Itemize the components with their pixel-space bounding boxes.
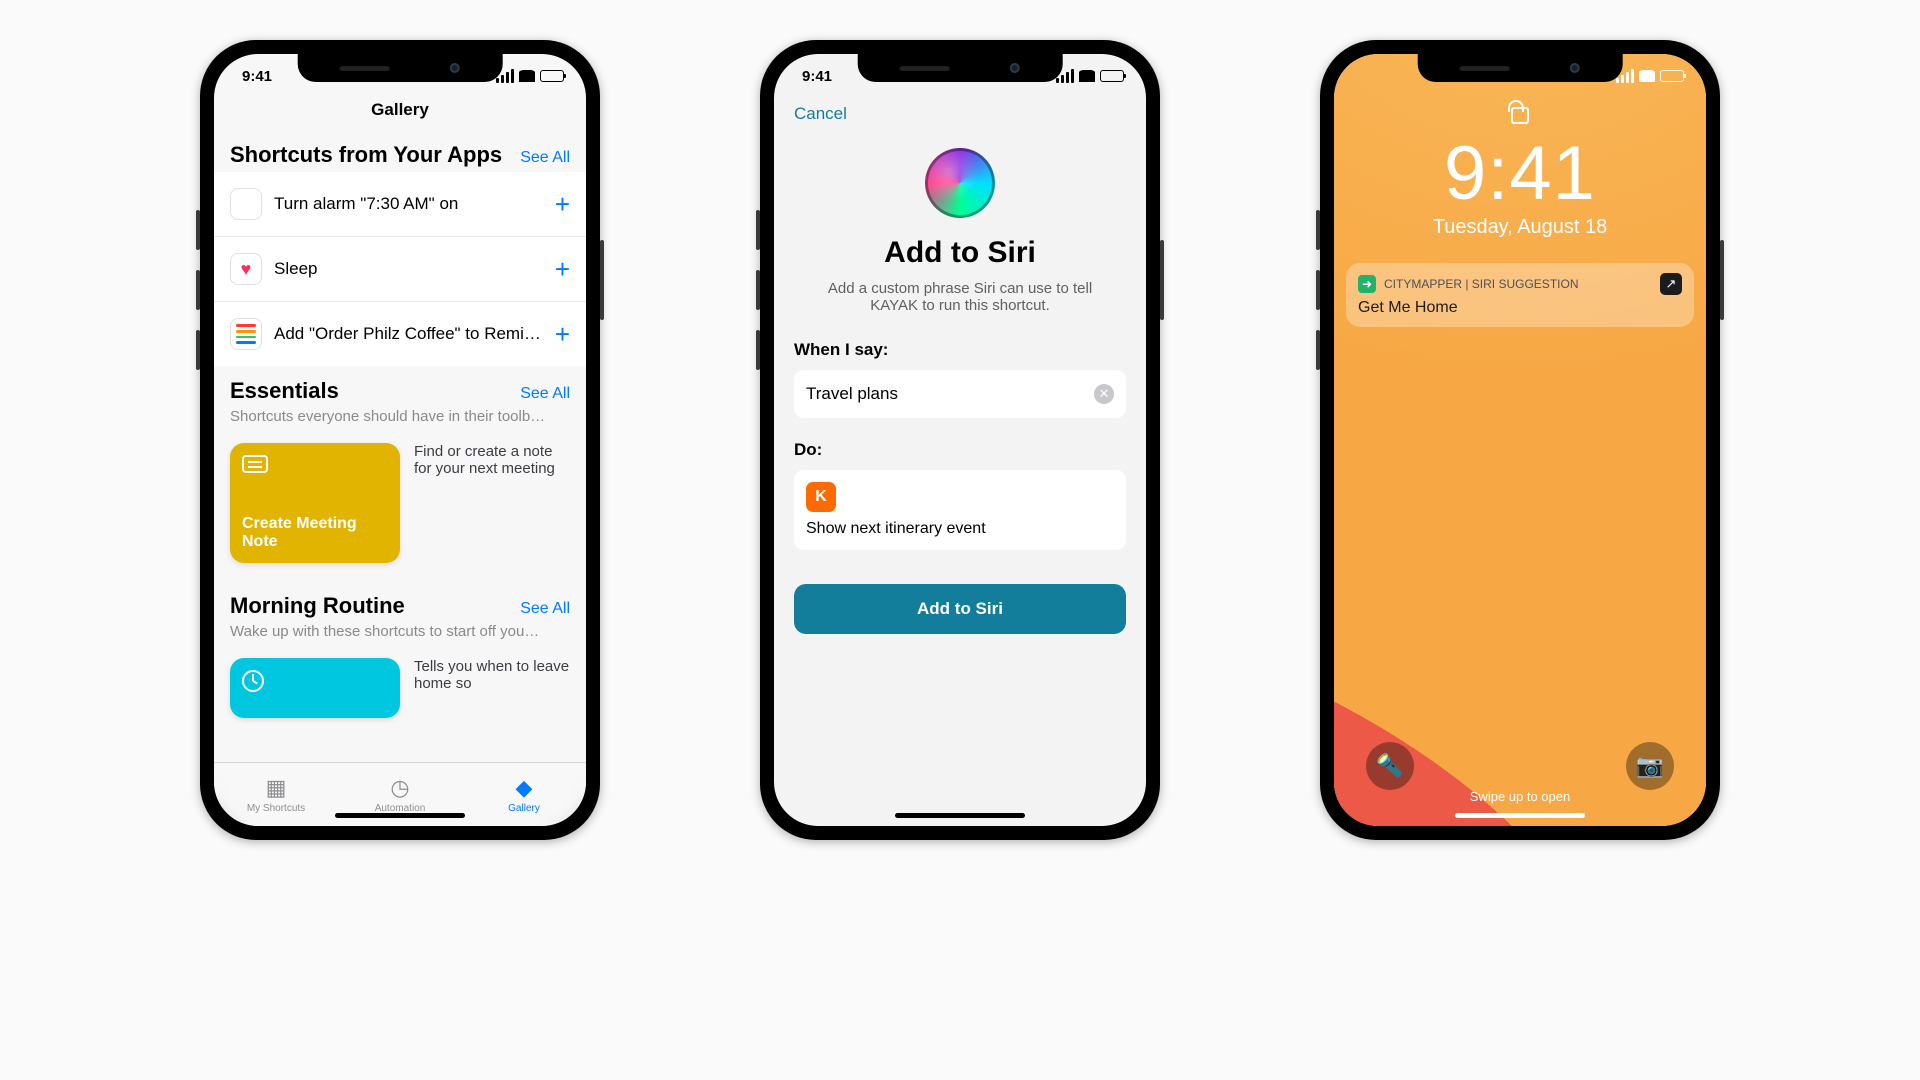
battery-icon [1100,70,1124,82]
when-i-say-label: When I say: [794,340,1126,360]
do-action-card: K Show next itinerary event [794,470,1126,550]
wifi-icon [1079,70,1095,82]
lock-screen-time: 9:41 [1334,136,1706,212]
tile-title: Create Meeting Note [242,515,388,551]
health-heart-icon: ♥ [230,253,262,285]
siri-icon [925,148,995,218]
phone-add-to-siri: 9:41 Cancel Add to Siri Add a custom phr… [760,40,1160,840]
section-subtitle-morning: Wake up with these shortcuts to start of… [214,623,586,650]
morning-routine-cards: Tells you when to leave home so [214,650,586,736]
page-title: Add to Siri [774,236,1146,270]
do-action-label: Show next itinerary event [806,520,1114,538]
open-suggestion-icon[interactable]: ↗ [1660,273,1682,295]
see-all-morning-routine[interactable]: See All [520,600,570,618]
wifi-icon [1639,70,1655,82]
see-all-from-apps[interactable]: See All [520,149,570,167]
list-item[interactable]: Add "Order Philz Coffee" to Remin… + [214,302,586,366]
device-notch [858,54,1063,82]
home-indicator[interactable] [895,813,1025,818]
home-indicator[interactable] [1455,813,1585,818]
phrase-input[interactable]: Travel plans ✕ [794,370,1126,418]
tile-description: Tells you when to leave home so [414,658,570,718]
add-to-siri-button[interactable]: Add to Siri [794,584,1126,634]
battery-icon [540,70,564,82]
list-item[interactable]: ♥ Sleep + [214,237,586,302]
tile-create-meeting-note[interactable]: Create Meeting Note [230,443,400,563]
siri-suggestion-notification[interactable]: ➜ CITYMAPPER | SIRI SUGGESTION ↗ Get Me … [1346,263,1694,327]
do-label: Do: [794,440,1126,460]
section-subtitle-essentials: Shortcuts everyone should have in their … [214,408,586,435]
shortcut-suggestion-list: Turn alarm "7:30 AM" on + ♥ Sleep + Add … [214,172,586,366]
tile-leave-home[interactable] [230,658,400,718]
cancel-button[interactable]: Cancel [794,104,847,124]
grid-icon: ▦ [266,775,287,801]
clock-app-icon [230,188,262,220]
tile-description: Find or create a note for your next meet… [414,443,570,563]
tab-label: Gallery [508,803,540,814]
tab-label: My Shortcuts [247,803,305,814]
nav-title: Gallery [214,98,586,130]
notification-title: Get Me Home [1358,299,1682,317]
keyboard-icon [242,455,268,473]
tab-my-shortcuts[interactable]: ▦ My Shortcuts [214,763,338,826]
notification-source: CITYMAPPER | SIRI SUGGESTION [1384,277,1578,291]
citymapper-app-icon: ➜ [1358,275,1376,293]
clear-text-icon[interactable]: ✕ [1094,384,1114,404]
kayak-app-icon: K [806,482,836,512]
shortcut-label: Turn alarm "7:30 AM" on [274,194,543,214]
clock-icon [242,670,264,692]
swipe-up-hint: Swipe up to open [1334,789,1706,804]
device-notch [1418,54,1623,82]
status-time: 9:41 [802,68,832,85]
section-title-essentials: Essentials [230,378,339,404]
essentials-cards: Create Meeting Note Find or create a not… [214,435,586,581]
shortcut-label: Sleep [274,259,543,279]
section-title-morning-routine: Morning Routine [230,593,405,619]
page-subtitle: Add a custom phrase Siri can use to tell… [774,270,1146,314]
flashlight-button[interactable]: 🔦 [1366,742,1414,790]
section-title-from-apps: Shortcuts from Your Apps [230,142,502,168]
reminders-app-icon [230,318,262,350]
wifi-icon [519,70,535,82]
lock-screen-quick-actions: 🔦 📷 [1334,742,1706,790]
lock-screen-date: Tuesday, August 18 [1334,216,1706,239]
home-indicator[interactable] [335,813,465,818]
phone-lock-screen: . 9:41 Tuesday, August 18 ➜ CITYMAPPER |… [1320,40,1720,840]
status-time: 9:41 [242,68,272,85]
camera-button[interactable]: 📷 [1626,742,1674,790]
shortcut-label: Add "Order Philz Coffee" to Remin… [274,324,543,344]
tab-gallery[interactable]: ◆ Gallery [462,763,586,826]
add-shortcut-button[interactable]: + [555,191,570,217]
gallery-icon: ◆ [516,775,533,801]
add-shortcut-button[interactable]: + [555,321,570,347]
device-notch [298,54,503,82]
phone-shortcuts-gallery: 9:41 Gallery Shortcuts from Your Apps Se… [200,40,600,840]
see-all-essentials[interactable]: See All [520,385,570,403]
lock-open-icon [1334,102,1706,130]
battery-icon [1660,70,1684,82]
automation-icon: ◷ [390,775,409,801]
phrase-value: Travel plans [806,384,898,404]
list-item[interactable]: Turn alarm "7:30 AM" on + [214,172,586,237]
add-shortcut-button[interactable]: + [555,256,570,282]
